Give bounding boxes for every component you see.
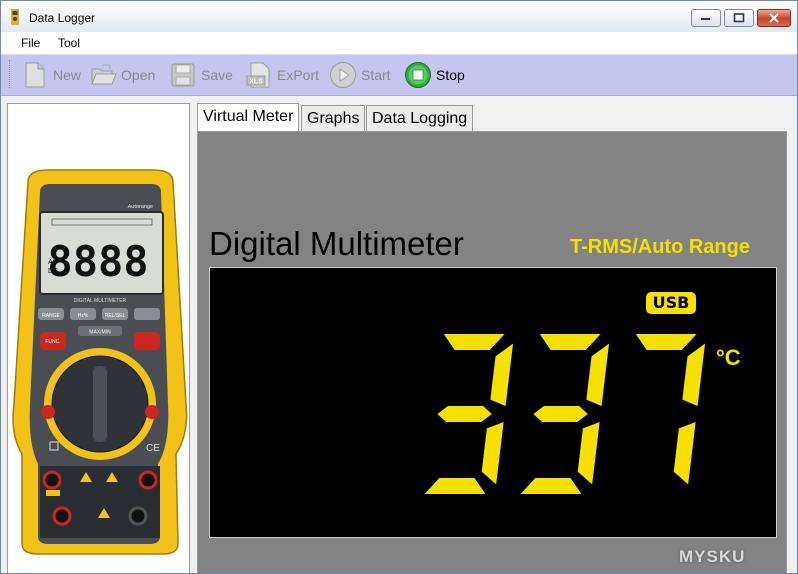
menu-bar: File Tool [1, 32, 797, 54]
digit-1-segment-g [437, 406, 492, 422]
func-key-label: FUNC. [45, 339, 60, 345]
toolbar: New Open Save XLS ExPort Start Stop [1, 54, 797, 96]
new-button[interactable]: New [21, 59, 81, 91]
open-label: Open [121, 67, 156, 83]
digit-1-segment-d [424, 478, 486, 494]
minimize-icon [692, 10, 720, 26]
save-label: Save [201, 67, 233, 83]
digit-1-segment-c [481, 422, 504, 485]
reading-digits [424, 334, 705, 494]
open-button[interactable]: Open [89, 59, 155, 91]
svg-text:XLS: XLS [249, 79, 263, 86]
digit-1-segment-b [490, 343, 514, 406]
svg-text:DC: DC [48, 268, 58, 275]
close-icon [758, 10, 790, 26]
watermark: MYSKU [679, 547, 746, 566]
digit-3-segment-a [635, 334, 697, 350]
multimeter-app-icon [11, 9, 19, 25]
virtual-meter-panel: Digital Multimeter T-RMS/Auto Range USB … [197, 131, 787, 573]
minimize-button[interactable] [691, 9, 721, 27]
menu-file[interactable]: File [21, 36, 40, 50]
maximize-icon [725, 10, 753, 26]
app-window: Data Logger File Tool New Open Save XLS … [0, 0, 798, 574]
device-image-pane: Autorange 8888 AC DC DIGITAL MULTIMETER … [7, 103, 190, 573]
digit-1-segment-a [443, 334, 505, 350]
export-label: ExPort [277, 67, 320, 83]
start-label: Start [361, 67, 391, 83]
svg-text:CE: CE [146, 443, 160, 454]
hz-key-label: Hz% [78, 313, 89, 319]
digit-2-segment-c [577, 422, 600, 485]
autorange-label: Autorange [128, 204, 153, 210]
digit-3-segment-c [673, 422, 696, 485]
menu-tool[interactable]: Tool [58, 36, 80, 50]
tab-virtual-meter[interactable]: Virtual Meter [197, 103, 300, 132]
title-bar: Data Logger [1, 1, 797, 32]
relsel-key-label: REL/SEL [105, 313, 126, 319]
stop-icon [405, 62, 431, 88]
meter-display: USB °C [209, 267, 777, 538]
meter-subtitle: T-RMS/Auto Range [570, 236, 750, 258]
new-document-icon [25, 62, 45, 88]
digit-3-segment-b [682, 343, 705, 406]
multimeter-device-illustration: Autorange 8888 AC DC DIGITAL MULTIMETER … [12, 169, 188, 555]
open-folder-icon [91, 64, 117, 85]
stop-button[interactable]: Stop [404, 59, 465, 91]
maximize-button[interactable] [724, 9, 754, 27]
digit-2-segment-b [586, 343, 610, 406]
tab-graphs[interactable]: Graphs [301, 105, 366, 131]
save-button[interactable]: Save [169, 59, 233, 91]
lcd-digits: 8888 [47, 237, 148, 286]
stop-label: Stop [436, 67, 465, 83]
play-icon [330, 62, 356, 88]
range-key-label: RANGE [42, 313, 60, 319]
window-title: Data Logger [29, 11, 96, 25]
usb-badge: USB [646, 292, 696, 314]
export-button[interactable]: XLS ExPort [245, 59, 319, 91]
digit-2-segment-d [520, 478, 582, 494]
meter-title: Digital Multimeter [209, 225, 464, 262]
tab-data-logging[interactable]: Data Logging [366, 105, 474, 131]
floppy-disk-icon [171, 63, 195, 87]
reading-unit: °C [716, 345, 741, 370]
start-button[interactable]: Start [329, 59, 391, 91]
new-label: New [53, 67, 82, 83]
digit-2-segment-g [533, 406, 588, 422]
toolbar-grip[interactable] [9, 60, 13, 88]
maxmin-key-label: MAX/MIN [89, 330, 111, 336]
digit-2-segment-a [539, 334, 601, 350]
svg-text:AC: AC [48, 259, 58, 266]
close-button[interactable] [757, 9, 791, 27]
device-brand-label: DIGITAL MULTIMETER [74, 298, 127, 304]
xls-export-icon: XLS [246, 62, 270, 88]
